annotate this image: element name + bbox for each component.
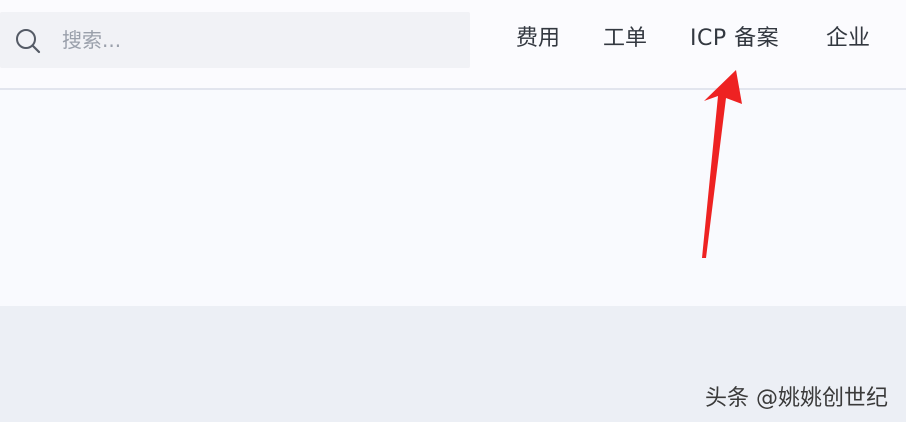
nav-item-fees[interactable]: 费用 bbox=[516, 25, 560, 53]
top-header: 费用 工单 ICP 备案 企业 bbox=[0, 0, 906, 90]
search-icon bbox=[16, 29, 41, 54]
nav-item-tickets[interactable]: 工单 bbox=[603, 25, 647, 53]
nav-item-icp-filing[interactable]: ICP 备案 bbox=[690, 25, 779, 53]
main-content-area bbox=[0, 90, 906, 306]
search-box[interactable] bbox=[0, 12, 470, 68]
watermark-text: 头条 @姚姚创世纪 bbox=[705, 386, 888, 411]
search-input[interactable] bbox=[62, 22, 442, 58]
nav-item-enterprise[interactable]: 企业 bbox=[826, 25, 870, 53]
